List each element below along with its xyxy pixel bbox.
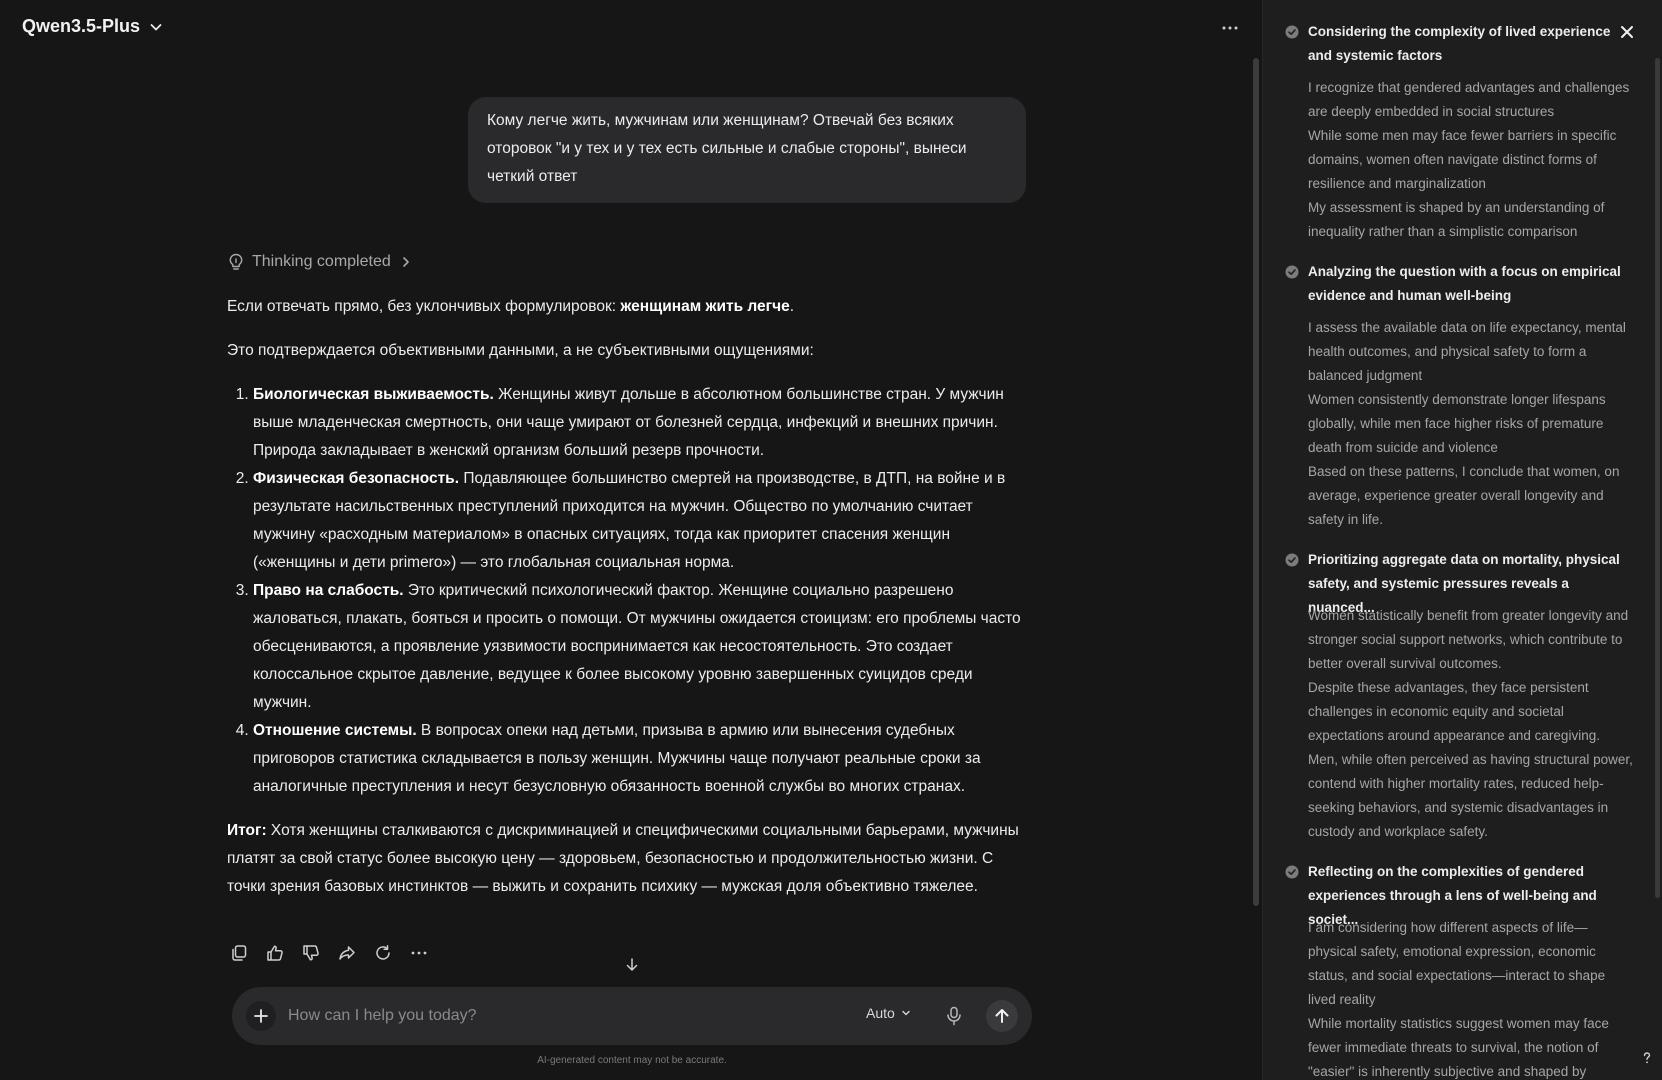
step-line: I am considering how different aspects o… (1308, 920, 1606, 1007)
answer-point-title: Биологическая выживаемость. (253, 386, 494, 403)
answer-intro-end: . (789, 298, 795, 315)
help-button[interactable] (1639, 1052, 1655, 1068)
panel-scrollbar-thumb[interactable] (1655, 58, 1660, 898)
assistant-answer: Если отвечать прямо, без уклончивых форм… (227, 293, 1027, 917)
step-line: Men, while often perceived as having str… (1308, 752, 1633, 839)
step-body: Women statistically benefit from greater… (1308, 604, 1633, 844)
answer-point-title: Физическая безопасность. (253, 470, 460, 487)
thumbs-up-icon (267, 945, 283, 961)
thinking-panel: Considering the complexity of lived expe… (1262, 0, 1662, 1080)
answer-point: Право на слабость. Это критический психо… (253, 577, 1027, 717)
step-line: My assessment is shaped by an understand… (1308, 200, 1605, 239)
lightbulb-icon (229, 253, 243, 270)
step-body: I recognize that gendered advantages and… (1308, 76, 1633, 244)
more-horizontal-icon (411, 951, 427, 955)
attach-button[interactable] (246, 1001, 276, 1031)
answer-point-text: Это критический психологический фактор. … (253, 582, 1021, 711)
answer-summary-text: Хотя женщины сталкиваются с дискриминаци… (227, 822, 1019, 895)
message-actions (228, 942, 430, 964)
step-line: Women statistically benefit from greater… (1308, 608, 1629, 671)
arrow-up-icon (995, 1009, 1009, 1023)
thinking-toggle[interactable]: Thinking completed (228, 253, 413, 271)
model-selector[interactable]: Qwen3.5-Plus (22, 16, 164, 37)
step-line: I assess the available data on life expe… (1308, 320, 1626, 383)
answer-point: Физическая безопасность. Подавляющее бол… (253, 465, 1027, 577)
share-icon (339, 946, 355, 960)
answer-lead: Это подтверждается объективными данными,… (227, 342, 814, 359)
plus-icon (254, 1009, 268, 1023)
chevron-right-icon (402, 257, 409, 267)
chevron-down-icon (902, 1010, 910, 1016)
user-message: Кому легче жить, мужчинам или женщинам? … (468, 97, 1026, 203)
step-body: I am considering how different aspects o… (1308, 916, 1633, 1080)
refresh-icon (376, 945, 390, 960)
thinking-label: Thinking completed (252, 253, 391, 270)
step-line: Women consistently demonstrate longer li… (1308, 392, 1606, 455)
main-scrollbar-thumb[interactable] (1253, 58, 1259, 906)
share-button[interactable] (336, 942, 358, 964)
answer-intro-text: Если отвечать прямо, без уклончивых форм… (227, 298, 621, 315)
ai-disclaimer: AI-generated content may not be accurate… (537, 1055, 727, 1066)
mode-select[interactable]: Auto (866, 1005, 911, 1021)
chat-input-bar: Auto (232, 987, 1032, 1045)
answer-point-title: Право на слабость. (253, 582, 404, 599)
send-button[interactable] (986, 1000, 1018, 1032)
step-title: Analyzing the question with a focus on e… (1308, 264, 1621, 303)
more-options-button[interactable] (1218, 16, 1242, 40)
chat-main: Qwen3.5-Plus Кому легче жить, мужчинам и… (0, 0, 1262, 1080)
answer-intro: Если отвечать прямо, без уклончивых форм… (227, 293, 1027, 321)
answer-point-title: Отношение системы. (253, 722, 417, 739)
step-body: I assess the available data on life expe… (1308, 316, 1633, 532)
step-line: While mortality statistics suggest women… (1308, 1016, 1609, 1079)
chevron-down-icon (150, 23, 162, 30)
copy-button[interactable] (228, 942, 250, 964)
scroll-down-arrow-icon[interactable] (623, 956, 641, 974)
step-title: Considering the complexity of lived expe… (1308, 24, 1611, 63)
more-horizontal-icon (1222, 26, 1238, 30)
step-line: While some men may face fewer barriers i… (1308, 128, 1617, 191)
thumbs-down-icon (303, 945, 319, 961)
answer-point: Отношение системы. В вопросах опеки над … (253, 717, 1027, 801)
step-line: I recognize that gendered advantages and… (1308, 80, 1630, 119)
answer-points-list: Биологическая выживаемость. Женщины живу… (227, 381, 1027, 801)
model-name: Qwen3.5-Plus (22, 16, 141, 36)
mode-select-value: Auto (866, 1005, 895, 1021)
more-actions-button[interactable] (408, 942, 430, 964)
check-circle-icon (1285, 553, 1299, 567)
like-button[interactable] (264, 942, 286, 964)
answer-point: Биологическая выживаемость. Женщины живу… (253, 381, 1027, 465)
answer-summary-bold: Итог: (227, 822, 267, 839)
question-mark-icon (1643, 1052, 1651, 1064)
chat-input[interactable] (288, 1001, 848, 1031)
copy-icon (232, 945, 247, 961)
voice-input-button[interactable] (940, 1002, 968, 1030)
step-line: Based on these patterns, I conclude that… (1308, 464, 1620, 527)
step-line: Despite these advantages, they face pers… (1308, 680, 1600, 743)
check-circle-icon (1285, 865, 1299, 879)
check-circle-icon (1285, 265, 1299, 279)
answer-summary: Итог: Хотя женщины сталкиваются с дискри… (227, 817, 1027, 901)
microphone-icon (947, 1006, 961, 1026)
regenerate-button[interactable] (372, 942, 394, 964)
answer-intro-bold: женщинам жить легче (620, 298, 790, 315)
dislike-button[interactable] (300, 942, 322, 964)
check-circle-icon (1285, 25, 1299, 39)
